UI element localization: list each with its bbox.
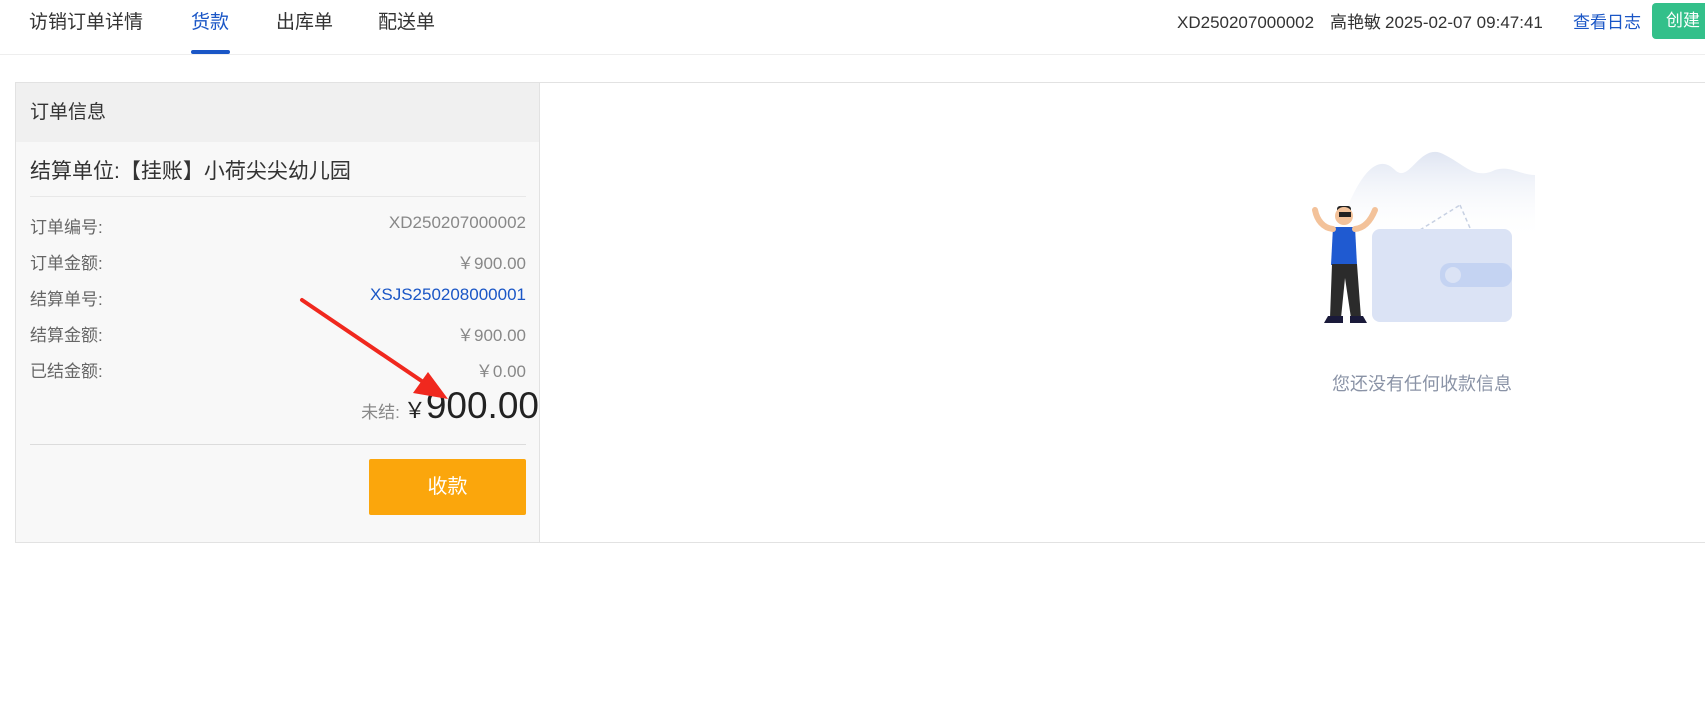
divider <box>30 196 526 197</box>
tab-payment[interactable]: 货款 <box>191 10 229 36</box>
info-value: ￥900.00 <box>457 254 526 273</box>
order-info-title: 订单信息 <box>16 83 539 142</box>
info-label: 已结金额: <box>30 362 103 381</box>
info-value: ￥0.00 <box>475 362 526 381</box>
info-value: ￥900.00 <box>457 326 526 345</box>
tab-delivery[interactable]: 配送单 <box>378 10 435 36</box>
tab-outbound[interactable]: 出库单 <box>276 10 333 36</box>
header-order-number: XD250207000002 <box>1177 13 1315 32</box>
settlement-number-link[interactable]: XSJS250208000001 <box>370 285 526 305</box>
view-log-link[interactable]: 查看日志 <box>1573 12 1641 34</box>
unsettled-amount: 未结: ￥900.00 <box>361 385 539 427</box>
info-label: 结算金额: <box>30 326 103 345</box>
top-bar: 访销订单详情 货款 出库单 配送单 XD250207000002 高艳敏 202… <box>0 0 1705 55</box>
divider <box>30 444 526 445</box>
collect-payment-button[interactable]: 收款 <box>369 459 526 515</box>
unsettled-currency: ￥ <box>403 398 426 423</box>
info-label: 订单金额: <box>30 254 103 273</box>
unsettled-value: 900.00 <box>425 385 539 426</box>
info-row-settlement-amount: 结算金额: ￥900.00 <box>30 321 526 345</box>
empty-state-message: 您还没有任何收款信息 <box>1332 374 1512 394</box>
unsettled-label: 未结: <box>361 403 400 422</box>
order-info-card: 订单信息 结算单位:【挂账】小荷尖尖幼儿园 订单编号: XD2502070000… <box>16 83 540 542</box>
info-value: XD250207000002 <box>388 213 526 232</box>
tab-order-details[interactable]: 访销订单详情 <box>29 10 143 36</box>
info-row-order-amount: 订单金额: ￥900.00 <box>30 249 526 273</box>
info-label: 订单编号: <box>30 218 103 237</box>
info-row-order-number: 订单编号: XD250207000002 <box>30 213 526 237</box>
settle-unit-label: 结算单位: <box>30 160 120 183</box>
header-datetime: 2025-02-07 09:47:41 <box>1385 13 1543 32</box>
settle-unit: 结算单位:【挂账】小荷尖尖幼儿园 <box>30 155 351 185</box>
settle-unit-value: 【挂账】小荷尖尖幼儿园 <box>119 160 351 183</box>
empty-wallet-illustration <box>1312 151 1535 323</box>
info-label: 结算单号: <box>30 290 103 309</box>
create-button[interactable]: 创建 <box>1652 3 1705 39</box>
active-tab-indicator <box>191 50 230 54</box>
header-user: 高艳敏 <box>1330 13 1381 32</box>
info-row-settlement-number: 结算单号: XSJS250208000001 <box>30 285 526 309</box>
info-row-settled-amount: 已结金额: ￥0.00 <box>30 357 526 381</box>
